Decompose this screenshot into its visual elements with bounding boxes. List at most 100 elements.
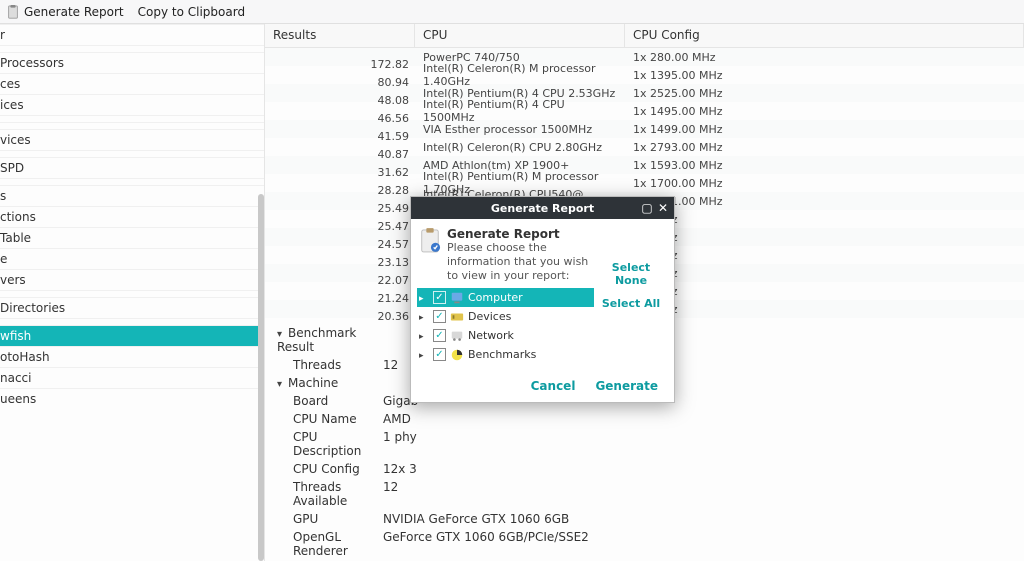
maximize-icon[interactable]: ▢ [639,200,655,216]
sidebar-item[interactable]: wfish [0,325,264,346]
sidebar-item[interactable]: SPD [0,157,264,178]
cpu-config-cell: .00 MHz [625,213,1024,226]
gpu-row: GPUNVIDIA GeForce GTX 1060 6GB [273,510,1016,528]
cpu-config-cell: 1x 1861.00 MHz [625,195,1024,208]
sidebar-item[interactable]: s [0,185,264,206]
option-label: Computer [468,291,523,304]
cpu-config-cell: 1x 2793.00 MHz [625,141,1024,154]
ogl-row: OpenGL RendererGeForce GTX 1060 6GB/PCIe… [273,528,1016,560]
option-icon [450,329,464,343]
col-cpu[interactable]: CPU [415,24,625,47]
option-label: Network [468,329,514,342]
chevron-right-icon [419,329,429,342]
report-icon [6,5,20,19]
result-value: 22.07 [378,274,410,287]
generate-report-button[interactable]: Generate Report [6,5,124,19]
cpu-config-cell: .00 MHz [625,267,1024,280]
sidebar-item[interactable]: ueens [0,388,264,409]
result-value: 80.94 [378,76,410,89]
result-value: 172.82 [371,58,410,71]
cpu-cell: Intel(R) Pentium(R) 4 CPU 1500MHz [415,98,625,124]
cancel-button[interactable]: Cancel [531,379,576,393]
cpu-config-cell: 1x 1593.00 MHz [625,159,1024,172]
sidebar-item[interactable]: vices [0,129,264,150]
sidebar-item[interactable]: Directories [0,297,264,318]
col-results[interactable]: Results [265,24,415,47]
cpu-config-cell: .00 MHz [625,231,1024,244]
sidebar-item[interactable] [0,318,264,325]
generate-report-label: Generate Report [24,5,124,19]
clipboard-icon [419,227,441,253]
checkbox[interactable]: ✓ [433,329,446,342]
result-value: 23.13 [378,256,410,269]
cpu-cell: VIA Esther processor 1500MHz [415,123,625,136]
checkbox[interactable]: ✓ [433,310,446,323]
cpu-config-cell: 1x 1499.00 MHz [625,123,1024,136]
select-none-button[interactable]: Select None [594,261,668,287]
generate-button[interactable]: Generate [595,379,658,393]
cpu-cell: Intel(R) Celeron(R) CPU 2.80GHz [415,141,625,154]
sidebar-item[interactable]: Table [0,227,264,248]
dialog-title: Generate Report [491,202,594,215]
cpu-config-cell: .00 MHz [625,285,1024,298]
sidebar: r Processorscesices vices SPD sctionsTableev… [0,24,265,561]
checkbox[interactable]: ✓ [433,348,446,361]
result-value: 41.59 [378,130,410,143]
select-all-button[interactable]: Select All [594,297,668,310]
copy-clipboard-label: Copy to Clipboard [138,5,245,19]
report-option[interactable]: ✓ Devices [417,307,594,326]
result-value: 48.08 [378,94,410,107]
result-value: 31.62 [378,166,410,179]
cpu-config-cell: .00 MHz [625,249,1024,262]
sidebar-item[interactable]: Processors [0,52,264,73]
close-icon[interactable]: ✕ [655,200,671,216]
result-value: 25.47 [378,220,410,233]
chevron-right-icon [419,348,429,361]
table-header: Results CPU CPU Config [265,24,1024,48]
option-label: Benchmarks [468,348,536,361]
sidebar-item[interactable] [0,150,264,157]
sidebar-item[interactable] [0,45,264,52]
option-icon [450,291,464,305]
sidebar-item[interactable]: ces [0,73,264,94]
result-value: 25.49 [378,202,410,215]
result-value: 46.56 [378,112,410,125]
cpu-config-cell: 1x 1395.00 MHz [625,69,1024,82]
sidebar-item[interactable]: ctions [0,206,264,227]
sidebar-item[interactable]: ices [0,94,264,115]
result-value: 24.57 [378,238,410,251]
cpu-config-cell: 1x 280.00 MHz [625,51,1024,64]
sidebar-item[interactable]: otoHash [0,346,264,367]
option-label: Devices [468,310,511,323]
checkbox[interactable]: ✓ [433,291,446,304]
report-option[interactable]: ✓ Benchmarks [417,345,594,364]
copy-clipboard-button[interactable]: Copy to Clipboard [138,5,245,19]
sidebar-item[interactable] [0,290,264,297]
sidebar-item[interactable]: nacci [0,367,264,388]
chevron-right-icon [419,310,429,323]
cpu-config-cell: 1x 2525.00 MHz [625,87,1024,100]
sidebar-item[interactable]: r [0,24,264,45]
result-value: 28.28 [378,184,410,197]
report-option[interactable]: ✓ Computer [417,288,594,307]
dialog-title-bar[interactable]: Generate Report ▢ ✕ [411,197,674,219]
generate-report-dialog: Generate Report ▢ ✕ Generate Report Plea… [410,196,675,403]
cpu-cell: Intel(R) Celeron(R) M processor 1.40GHz [415,62,625,88]
cpu-config-cell: 1x 1700.00 MHz [625,177,1024,190]
option-icon [450,310,464,324]
cpu-config-cell: .00 MHz [625,303,1024,316]
sidebar-item[interactable] [0,122,264,129]
cpu-config-cell: 1x 1495.00 MHz [625,105,1024,118]
col-cpu-config[interactable]: CPU Config [625,24,1024,47]
report-option[interactable]: ✓ Network [417,326,594,345]
sidebar-item[interactable]: vers [0,269,264,290]
sidebar-scrollbar[interactable] [258,194,264,561]
sidebar-item[interactable] [0,178,264,185]
cpudesc-row: CPU Description1 phy [273,428,1016,460]
sidebar-item[interactable] [0,115,264,122]
table-row[interactable]: 172.82PowerPC 740/7501x 280.00 MHz [265,48,1024,66]
sidebar-item[interactable]: e [0,248,264,269]
dialog-header-subtitle: Please choose the information that you w… [447,241,590,282]
cpuname-row: CPU NameAMD [273,410,1016,428]
result-value: 40.87 [378,148,410,161]
